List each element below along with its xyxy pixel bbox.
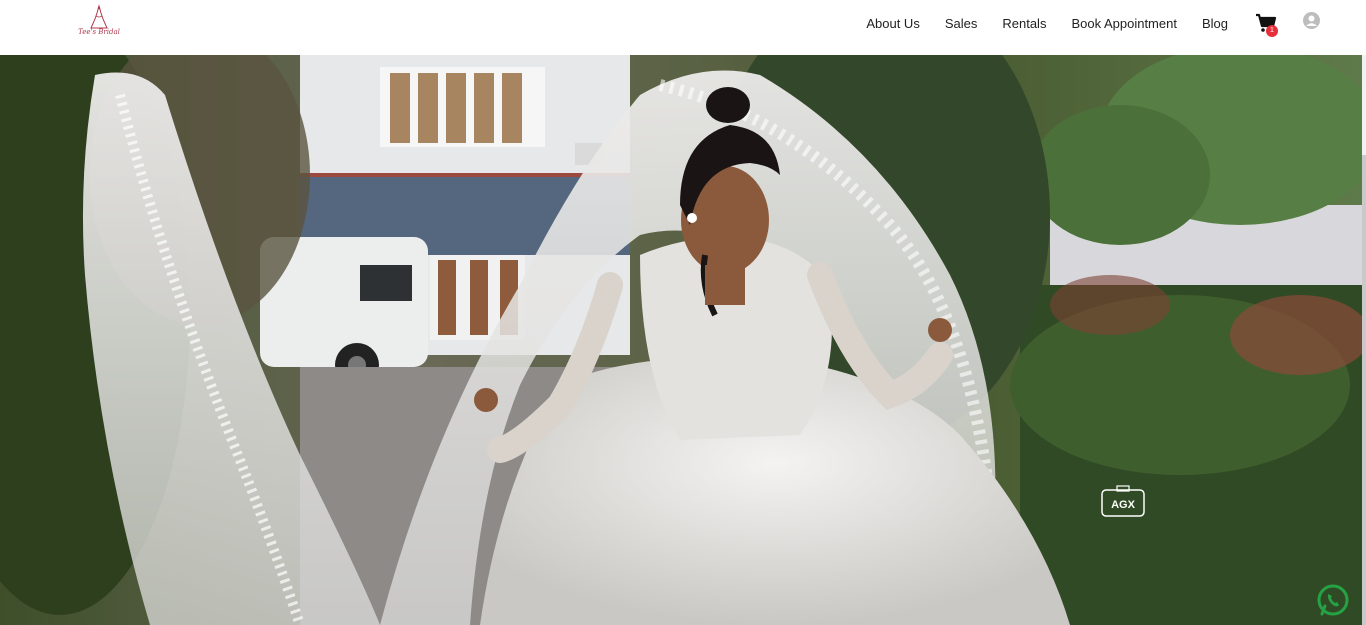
nav-about-us[interactable]: About Us	[866, 16, 919, 31]
nav-sales[interactable]: Sales	[945, 16, 978, 31]
account-button[interactable]	[1303, 12, 1320, 29]
nav-book-appointment[interactable]: Book Appointment	[1071, 16, 1177, 31]
page-scrollbar[interactable]	[1362, 55, 1366, 625]
camera-watermark-icon: AGX	[1101, 485, 1145, 517]
watermark-text: AGX	[1111, 499, 1136, 511]
site-header: Tee's Bridal About Us Sales Rentals Book…	[0, 0, 1366, 55]
cart-button[interactable]: 1	[1255, 13, 1281, 37]
photographer-watermark: AGX	[1101, 485, 1145, 517]
brand-logo[interactable]: Tee's Bridal	[78, 4, 120, 42]
scrollbar-thumb[interactable]	[1362, 155, 1366, 625]
logo-dress-icon	[90, 4, 108, 29]
hero-image	[0, 55, 1362, 625]
main-nav: About Us Sales Rentals Book Appointment …	[866, 0, 1228, 46]
logo-text: Tee's Bridal	[78, 28, 120, 36]
nav-rentals[interactable]: Rentals	[1002, 16, 1046, 31]
bride-photo	[0, 55, 1362, 625]
cart-count-badge: 1	[1266, 25, 1278, 37]
whatsapp-icon	[1317, 584, 1349, 616]
user-icon	[1303, 12, 1320, 29]
whatsapp-chat-button[interactable]	[1316, 583, 1350, 617]
nav-blog[interactable]: Blog	[1202, 16, 1228, 31]
